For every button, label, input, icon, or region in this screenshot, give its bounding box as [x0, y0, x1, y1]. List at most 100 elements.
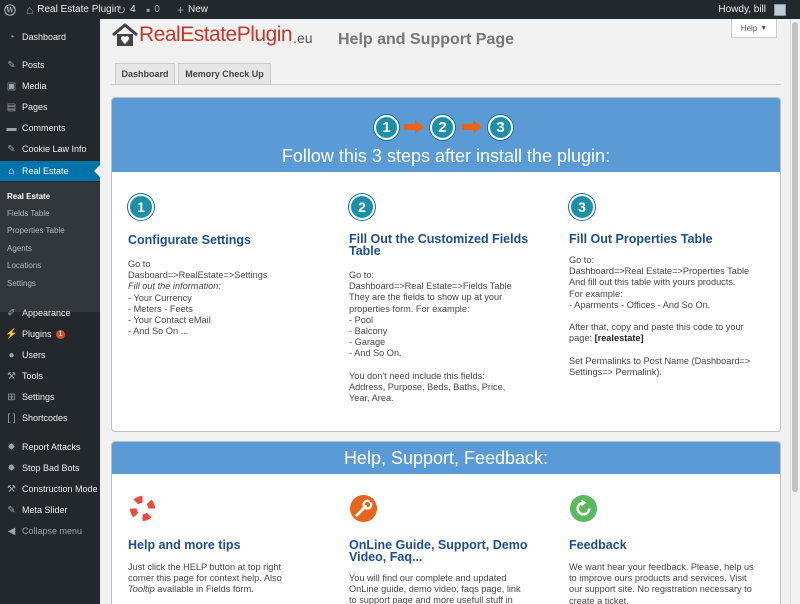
menu-report-attacks[interactable]: ✹ Report Attacks	[0, 437, 100, 457]
help-title: Help and more tips	[128, 538, 241, 552]
menu-users[interactable]: ● Users	[0, 345, 100, 365]
menu-tools[interactable]: ⚒ Tools	[0, 366, 100, 386]
menu-posts[interactable]: ✎ Posts	[0, 55, 100, 75]
refresh-icon	[569, 494, 598, 523]
updates-icon: ↻	[116, 2, 127, 17]
submenu-locations[interactable]: Locations	[7, 261, 41, 270]
comments-link[interactable]: ▪ 0	[146, 0, 160, 19]
steps-heading: Follow this 3 steps after install the pl…	[281, 146, 611, 166]
steps-panel: 1 2 3 Follow this 3 steps after install …	[111, 97, 781, 432]
wrench-icon	[349, 494, 378, 523]
step-column-3: 3 Fill Out Properties Table Go to: Dashb…	[569, 194, 769, 378]
step-3-badge: 3	[488, 115, 513, 140]
menu-plugins[interactable]: ⚡ Plugins 1	[0, 324, 100, 344]
wrench-icon: ⚒	[7, 370, 16, 382]
menu-appearance[interactable]: ✐ Appearance	[0, 303, 100, 323]
admin-sidebar: ◔ Dashboard ✎ Posts ▣ Media ▤ Pages ▬ Comment…	[0, 19, 100, 604]
wordpress-logo-icon[interactable]: W	[4, 0, 16, 19]
gear-icon: ✹	[7, 441, 16, 453]
step-column-2: 2 Fill Out the Customized Fields Table G…	[349, 194, 549, 404]
help-title: Feedback	[569, 538, 627, 552]
lifebuoy-icon	[129, 495, 156, 522]
current-menu-arrow	[94, 165, 100, 177]
menu-settings[interactable]: ⊞ Settings	[0, 387, 100, 407]
caret-down-icon: ▼	[760, 24, 768, 32]
help-panel-header: Help, Support, Feedback:	[112, 442, 780, 474]
new-content-link[interactable]: + New	[177, 0, 208, 19]
step-title: Configurate Settings	[128, 233, 251, 247]
step-number-badge: 3	[569, 194, 595, 220]
plugins-update-badge: 1	[55, 329, 66, 339]
shortcode-icon: [ ]	[7, 412, 16, 424]
comment-icon: ▪	[146, 2, 151, 17]
shortcode-text: [realestate]	[594, 333, 644, 344]
slider-icon: ✎	[7, 504, 16, 516]
help-column-3: Feedback We want hear your feedback. Ple…	[569, 494, 769, 604]
help-description: You will find our complete and updated O…	[349, 573, 521, 604]
gear-icon: ✹	[7, 462, 16, 474]
step-description: Go to Dasboard=>RealEstate=>Settings Fil…	[128, 259, 268, 337]
menu-shortcodes[interactable]: [ ] Shortcodes	[0, 408, 100, 428]
help-column-2: OnLine Guide, Support, Demo Video, Faq..…	[349, 494, 549, 604]
site-name-link[interactable]: ⌂ Real Estate Plugin	[26, 0, 120, 19]
help-tab-button[interactable]: Help ▼	[731, 19, 777, 38]
collapse-icon: ◀	[7, 525, 16, 537]
help-title: OnLine Guide, Support, Demo Video, Faq..…	[349, 538, 528, 564]
tab-memory-check-up[interactable]: Memory Check Up	[178, 63, 271, 85]
admin-bar: W ⌂ Real Estate Plugin ↻ 4 ▪ 0 + New How…	[0, 0, 800, 19]
pin-icon: ✎	[7, 59, 16, 71]
real-estate-submenu: Real Estate Fields Table Properties Tabl…	[0, 182, 100, 312]
menu-meta-slider[interactable]: ✎ Meta Slider	[0, 500, 100, 520]
comments-icon: ▬	[6, 122, 17, 134]
menu-cookie-law-info[interactable]: ✎ Cookie Law Info	[0, 139, 100, 159]
menu-comments[interactable]: ▬ Comments	[0, 118, 100, 138]
submenu-settings[interactable]: Settings	[7, 279, 36, 288]
step-column-1: 1 Configurate Settings Go to Dasboard=>R…	[128, 194, 328, 337]
step-description: Go to: Dashboard=>Real Estate=>Propertie…	[569, 255, 751, 378]
submenu-fields-table[interactable]: Fields Table	[7, 209, 50, 218]
updates-link[interactable]: ↻ 4	[116, 0, 136, 19]
menu-stop-bad-bots[interactable]: ✹ Stop Bad Bots	[0, 458, 100, 478]
dashboard-icon: ◔	[8, 31, 15, 43]
help-support-panel: Help, Support, Feedback: Help and more t…	[111, 441, 781, 604]
plus-icon: +	[177, 2, 185, 17]
page-title: Help and Support Page	[338, 31, 515, 48]
help-description: We want hear your feedback. Please, help…	[569, 562, 754, 604]
help-column-1: Help and more tips Just click the HELP b…	[128, 494, 328, 596]
step-title: Fill Out Properties Table	[569, 232, 713, 246]
submenu-real-estate[interactable]: Real Estate	[7, 192, 50, 201]
svg-text:W: W	[5, 5, 14, 14]
menu-dashboard[interactable]: ◔ Dashboard	[0, 27, 100, 47]
arrow-right-icon	[462, 120, 482, 134]
tab-dashboard[interactable]: Dashboard	[115, 63, 175, 85]
user-icon: ●	[8, 349, 15, 361]
submenu-agents[interactable]: Agents	[7, 244, 32, 253]
step-description: Go to: Dashboard=>Real Estate=>Fields Ta…	[349, 270, 512, 404]
pin-icon: ✎	[7, 143, 16, 155]
menu-media[interactable]: ▣ Media	[0, 76, 100, 96]
media-icon: ▣	[6, 80, 17, 92]
step-2-badge: 2	[430, 115, 455, 140]
plugin-icon: ⚡	[5, 328, 18, 340]
pages-icon: ▤	[6, 101, 17, 113]
arrow-right-icon	[404, 120, 424, 134]
real-estate-plugin-logo: RealEstatePlugin .eu	[111, 22, 313, 48]
menu-pages[interactable]: ▤ Pages	[0, 97, 100, 117]
settings-icon: ⊞	[7, 391, 16, 403]
my-account-link[interactable]: Howdy, bill	[718, 0, 786, 19]
menu-real-estate[interactable]: ⌂ Real Estate	[0, 161, 100, 181]
menu-construction-mode[interactable]: ⚒ Construction Mode	[0, 479, 100, 499]
steps-panel-header: 1 2 3 Follow this 3 steps after install …	[112, 98, 780, 172]
step-1-badge: 1	[374, 115, 399, 140]
help-description: Just click the HELP button at top right …	[128, 562, 282, 595]
wrench-icon: ⚒	[7, 483, 16, 495]
step-number-badge: 1	[128, 194, 154, 220]
house-logo-icon	[112, 23, 138, 46]
submenu-properties-table[interactable]: Properties Table	[7, 226, 65, 235]
tabs-divider	[111, 84, 781, 85]
scrollbar-thumb[interactable]	[792, 22, 798, 492]
step-number-badge: 2	[349, 194, 375, 220]
collapse-menu-button[interactable]: ◀ Collapse menu	[0, 521, 100, 541]
brush-icon: ✐	[7, 307, 16, 319]
avatar	[774, 3, 786, 16]
